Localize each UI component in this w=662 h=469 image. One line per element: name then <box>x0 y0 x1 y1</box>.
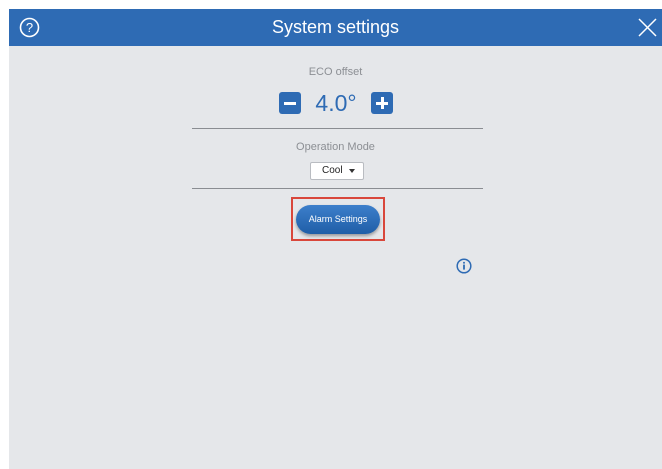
eco-offset-value: 4.0° <box>315 90 357 116</box>
close-icon[interactable] <box>637 17 658 38</box>
eco-offset-label: ECO offset <box>308 66 363 78</box>
info-icon[interactable] <box>456 258 472 274</box>
alarm-settings-button[interactable]: Alarm Settings <box>296 205 380 234</box>
divider <box>192 188 483 189</box>
increase-eco-offset-button[interactable] <box>371 92 393 114</box>
header-bar: ? System settings <box>9 9 662 46</box>
decrease-eco-offset-button[interactable] <box>279 92 301 114</box>
divider <box>192 128 483 129</box>
page-title: System settings <box>271 17 400 37</box>
settings-panel: ECO offset 4.0° Operation Mode Cool Alar… <box>9 46 662 469</box>
operation-mode-value: Cool <box>322 165 343 176</box>
operation-mode-select[interactable]: Cool <box>310 162 364 180</box>
operation-mode-label: Operation Mode <box>296 141 375 153</box>
chevron-down-icon <box>349 169 355 173</box>
